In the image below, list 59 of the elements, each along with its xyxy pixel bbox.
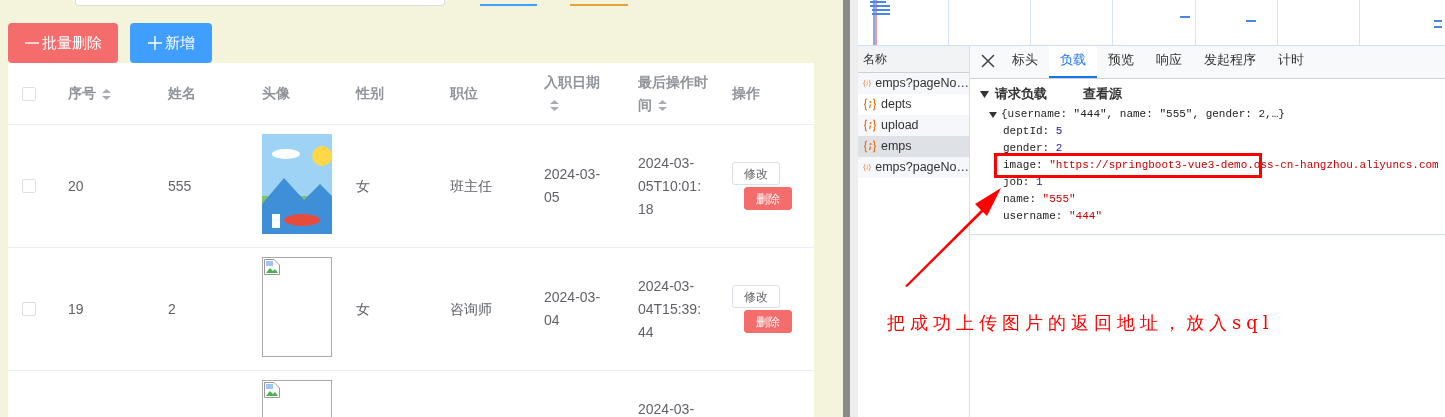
expand-arrow-icon [989, 110, 997, 119]
property-line: gender: 2 [1003, 141, 1063, 157]
plus-icon [147, 36, 163, 50]
column-header: 名称 [863, 51, 887, 68]
checkbox[interactable] [22, 302, 36, 316]
column-header: 操作 [732, 84, 760, 103]
edit-button[interactable]: 修改 [732, 285, 780, 308]
object-summary[interactable]: {username: "444", name: "555", gender: 2,…} [1001, 106, 1285, 123]
view-source-link[interactable]: 查看源 [1083, 84, 1122, 104]
checkbox[interactable] [22, 179, 36, 193]
request-item[interactable]: emps [858, 136, 969, 157]
table-cell-text: 2 [168, 299, 176, 319]
table-cell-text: 2024-03-05 [544, 165, 602, 207]
json-icon [863, 119, 877, 132]
json-icon [863, 140, 877, 153]
tab[interactable]: 预览 [1097, 46, 1145, 78]
table-cell-text: 555 [168, 176, 192, 196]
tab[interactable]: 计时 [1267, 46, 1315, 78]
property-line: job: 1 [1003, 175, 1043, 191]
property-line: deptId: 5 [1003, 124, 1063, 140]
table-cell-text: 2024-03-05T10:01:18 [638, 153, 703, 219]
broken-image-icon [264, 259, 280, 275]
tab[interactable]: 发起程序 [1193, 46, 1267, 78]
column-header: 姓名 [168, 84, 196, 103]
table-cell-text: 2024-03-04T15:39:44 [638, 276, 703, 342]
tab[interactable]: 负载 [1049, 46, 1097, 78]
request-item[interactable]: emps?pageNo… [858, 73, 969, 94]
table-cell-text: 19 [68, 299, 84, 319]
annotation-text: 把成功上传图片的返回地址，放入sql [887, 311, 1274, 335]
property-line: name: "555" [1003, 192, 1076, 208]
table-cell-text: 班主任 [450, 176, 492, 196]
property-line: username: "444" [1003, 209, 1103, 225]
sort-icon [550, 100, 559, 112]
table-cell-text: 女 [356, 176, 370, 196]
request-item[interactable]: upload [858, 115, 969, 136]
close-icon[interactable] [981, 54, 995, 68]
broken-image-icon [264, 382, 280, 398]
splitter[interactable] [843, 0, 858, 417]
tab[interactable]: 响应 [1145, 46, 1193, 78]
table-cell-text: 咨询师 [450, 299, 492, 319]
column-header: 职位 [450, 84, 478, 103]
checkbox[interactable] [22, 86, 36, 101]
edit-button[interactable]: 修改 [732, 162, 780, 185]
sort-icon [102, 88, 111, 100]
table-cell-text: 女 [356, 299, 370, 319]
section-title[interactable]: 请求负载 [995, 84, 1047, 104]
tab[interactable]: 标头 [1001, 46, 1049, 78]
request-item[interactable]: emps?pageNo… [858, 157, 969, 178]
json-icon [863, 77, 872, 90]
column-header: 性别 [356, 84, 384, 103]
table-cell-text: 2024-03-04 [544, 288, 602, 330]
json-icon [863, 161, 872, 174]
table-cell-text: 20 [68, 176, 84, 196]
expand-arrow-icon [980, 89, 989, 99]
table-cell-text: 2024-03- [638, 400, 695, 417]
search-field[interactable] [75, 0, 445, 6]
sort-icon [658, 100, 667, 112]
column-header: 头像 [262, 84, 290, 103]
json-icon [863, 98, 877, 111]
